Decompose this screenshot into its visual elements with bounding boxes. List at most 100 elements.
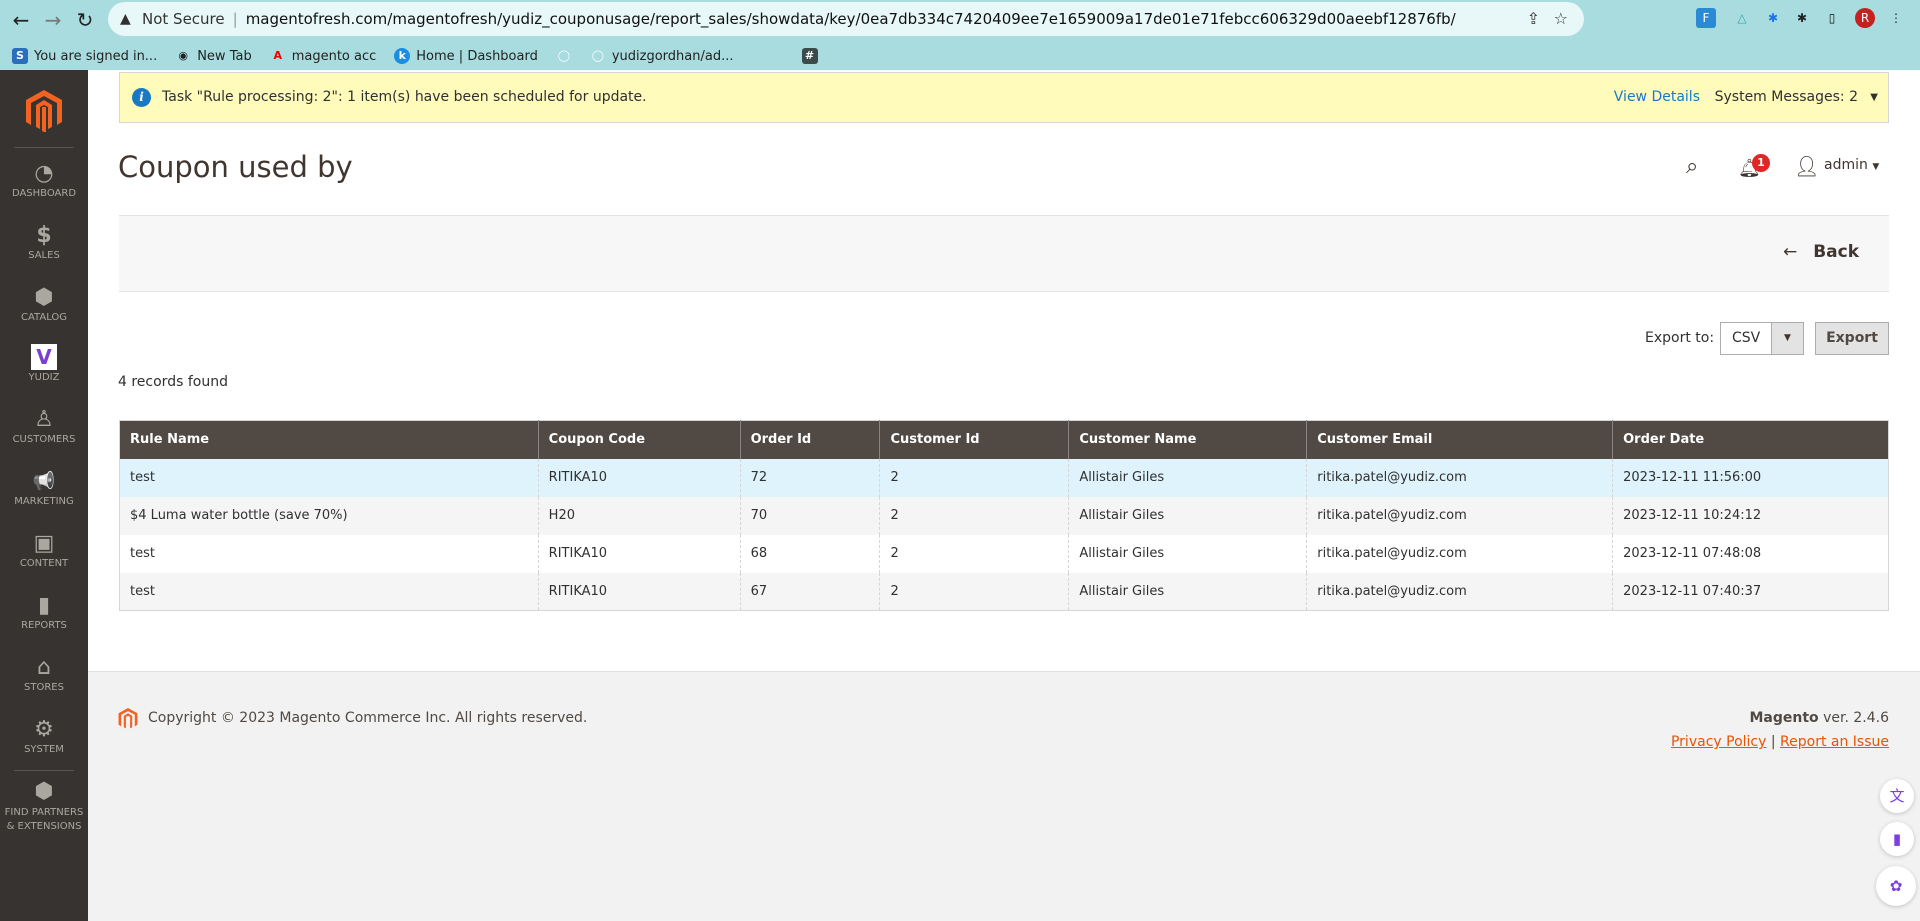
- bookmark[interactable]: S You are signed in...: [12, 48, 157, 64]
- table-cell: RITIKA10: [537, 534, 741, 573]
- browser-chrome: ← → ↻ ▲ Not Secure | magentofresh.com/mage…: [0, 0, 1920, 70]
- table-row[interactable]: test RITIKA10 68 2 Allistair Giles ritika.pat…: [119, 534, 1889, 573]
- system-message-bar: i Task "Rule processing: 2": 1 item(s) h…: [119, 72, 1889, 123]
- column-header[interactable]: Order Date: [1612, 420, 1889, 459]
- bookmark[interactable]: Amagento acc: [270, 48, 376, 64]
- yudiz-logo-icon: V: [0, 344, 88, 372]
- extension-icon[interactable]: ✱: [1763, 8, 1783, 28]
- extension-icon[interactable]: △: [1732, 8, 1752, 28]
- sidebar-item-sales[interactable]: $ SALES: [0, 222, 88, 261]
- caret-down-icon: ▼: [1872, 162, 1880, 172]
- bookmark[interactable]: ◯ yudizgordhan/ad...: [590, 48, 734, 64]
- layout-icon: ▣: [33, 531, 55, 556]
- warning-icon: ▲: [120, 11, 131, 27]
- export-button[interactable]: Export: [1815, 322, 1889, 355]
- table-cell: 2: [879, 572, 1069, 611]
- bookmark[interactable]: ◉ New Tab: [175, 48, 251, 64]
- bar-chart-icon: ▮: [37, 593, 51, 618]
- sidepanel-icon[interactable]: ▯: [1822, 8, 1842, 28]
- column-header[interactable]: Rule Name: [119, 420, 539, 459]
- person-icon: ♙: [34, 407, 54, 432]
- share-icon[interactable]: ⇪: [1527, 2, 1540, 36]
- translate-icon[interactable]: 文: [1880, 779, 1914, 813]
- extension-icon[interactable]: F: [1696, 8, 1716, 28]
- forward-arrow-icon[interactable]: →: [40, 8, 66, 32]
- table-cell: 2023-12-11 07:48:08: [1612, 534, 1889, 573]
- table-cell: ritika.patel@yudiz.com: [1306, 458, 1613, 497]
- bookmark[interactable]: k Home | Dashboard: [394, 48, 538, 64]
- footer-links: Privacy Policy | Report an Issue: [1670, 734, 1889, 750]
- export-label: Export to:: [1645, 330, 1715, 346]
- column-header[interactable]: Customer Email: [1306, 420, 1613, 459]
- sidebar-item-yudiz[interactable]: V YUDIZ: [0, 344, 88, 383]
- sidebar-item-customers[interactable]: ♙ CUSTOMERS: [0, 406, 88, 445]
- table-cell: 67: [739, 572, 880, 611]
- search-icon[interactable]: ⌕: [1686, 154, 1698, 179]
- table-cell: RITIKA10: [537, 572, 741, 611]
- view-details-link[interactable]: View Details: [1614, 73, 1700, 122]
- address-bar[interactable]: ▲ Not Secure | magentofresh.com/magentofre…: [108, 2, 1584, 36]
- sidebar-item-catalog[interactable]: ⬢ CATALOG: [0, 284, 88, 323]
- magento-logo[interactable]: [26, 90, 62, 136]
- reload-icon[interactable]: ↻: [72, 8, 98, 32]
- sidebar-item-marketing[interactable]: 📢 MARKETING: [0, 468, 88, 507]
- report-issue-link[interactable]: Report an Issue: [1780, 734, 1889, 750]
- table-cell: $4 Luma water bottle (save 70%): [119, 496, 539, 535]
- coupon-usage-grid: Rule Name Coupon Code Order Id Customer Id C…: [119, 420, 1889, 611]
- admin-sidebar: ◔ DASHBOARD $ SALES ⬢ CATALOG V YUDIZ ♙ CUSTO…: [0, 70, 88, 921]
- table-cell: 2023-12-11 10:24:12: [1612, 496, 1889, 535]
- sidebar-item-system[interactable]: ⚙ SYSTEM: [0, 716, 88, 755]
- profile-avatar[interactable]: R: [1855, 8, 1875, 28]
- menu-kebab-icon[interactable]: ⋮: [1886, 8, 1906, 28]
- column-header[interactable]: Coupon Code: [537, 420, 741, 459]
- brain-icon[interactable]: ✿: [1876, 866, 1916, 906]
- lego-block-icon: ⬢: [34, 779, 54, 804]
- table-cell: test: [119, 458, 539, 497]
- message-text: Task "Rule processing: 2": 1 item(s) hav…: [162, 89, 647, 105]
- table-cell: Allistair Giles: [1068, 534, 1307, 573]
- back-arrow-icon[interactable]: ←: [8, 8, 34, 32]
- table-row[interactable]: test RITIKA10 72 2 Allistair Giles ritika.pat…: [119, 458, 1889, 497]
- table-cell: Allistair Giles: [1068, 496, 1307, 535]
- store-icon: ⌂: [37, 655, 51, 680]
- column-header[interactable]: Customer Id: [879, 420, 1069, 459]
- table-cell: 70: [739, 496, 880, 535]
- table-cell: 2: [879, 534, 1069, 573]
- system-messages-toggle[interactable]: System Messages: 2: [1715, 73, 1858, 122]
- star-icon[interactable]: ☆: [1554, 2, 1568, 36]
- box-icon: ⬢: [34, 285, 54, 310]
- back-button[interactable]: ← Back: [1783, 242, 1859, 262]
- table-row[interactable]: $4 Luma water bottle (save 70%) H20 70 2 All…: [119, 496, 1889, 535]
- sidebar-item-dashboard[interactable]: ◔ DASHBOARD: [0, 160, 88, 199]
- version: Magento ver. 2.4.6: [1749, 710, 1889, 726]
- sidebar-item-stores[interactable]: ⌂ STORES: [0, 654, 88, 693]
- sidebar-item-partners[interactable]: ⬢ FIND PARTNERS & EXTENSIONS: [0, 778, 88, 834]
- sidebar-item-reports[interactable]: ▮ REPORTS: [0, 592, 88, 631]
- dollar-icon: $: [36, 223, 52, 248]
- user-icon[interactable]: 👤︎: [1794, 154, 1819, 178]
- column-header[interactable]: Customer Name: [1068, 420, 1307, 459]
- bookmark[interactable]: #: [801, 48, 818, 64]
- table-cell: H20: [537, 496, 741, 535]
- sidebar-item-content[interactable]: ▣ CONTENT: [0, 530, 88, 569]
- table-cell: 68: [739, 534, 880, 573]
- admin-user-menu[interactable]: admin ▼: [1824, 157, 1879, 173]
- table-cell: Allistair Giles: [1068, 572, 1307, 611]
- extensions-puzzle-icon[interactable]: ✱: [1792, 8, 1812, 28]
- caret-down-icon: ▼: [1771, 323, 1803, 354]
- url-text: magentofresh.com/magentofresh/yudiz_coup…: [245, 10, 1456, 28]
- notification-badge[interactable]: 1: [1752, 154, 1770, 172]
- table-cell: 2023-12-11 11:56:00: [1612, 458, 1889, 497]
- table-row[interactable]: test RITIKA10 67 2 Allistair Giles ritika.pat…: [119, 572, 1889, 611]
- table-cell: 2023-12-11 07:40:37: [1612, 572, 1889, 611]
- privacy-policy-link[interactable]: Privacy Policy: [1671, 734, 1766, 750]
- export-format-select[interactable]: CSV ▼: [1720, 322, 1804, 355]
- column-header[interactable]: Order Id: [739, 420, 880, 459]
- caret-down-icon[interactable]: ▼: [1870, 73, 1878, 122]
- footer: Copyright © 2023 Magento Commerce Inc. A…: [88, 671, 1920, 921]
- bookmark[interactable]: ◯: [556, 48, 572, 64]
- book-icon[interactable]: ▮: [1880, 822, 1914, 856]
- gear-icon: ⚙: [34, 717, 54, 742]
- table-cell: 2: [879, 458, 1069, 497]
- magento-logo: [118, 708, 138, 734]
